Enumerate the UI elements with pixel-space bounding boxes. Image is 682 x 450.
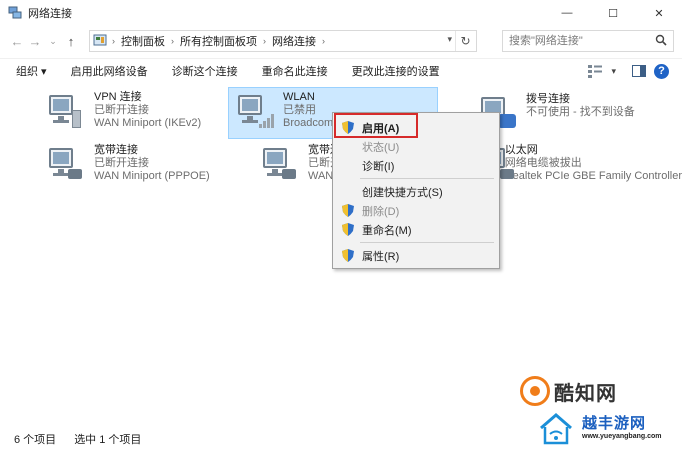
broadband-connection-icon <box>46 145 88 187</box>
rename-button[interactable]: 重命名此连接 <box>254 60 336 82</box>
recent-locations-button[interactable]: ⌄ <box>44 30 62 52</box>
connection-device: Realtek PCIe GBE Family Controller <box>504 170 682 182</box>
menu-item-properties[interactable]: 属性(R) <box>335 246 497 265</box>
uac-shield-icon <box>342 204 354 217</box>
menu-item-create-shortcut[interactable]: 创建快捷方式(S) <box>335 182 497 201</box>
watermark-text: 越丰游网 <box>582 415 647 432</box>
address-dropdown-icon[interactable]: ▾ <box>447 34 452 45</box>
address-row: ← → ⌄ ↑ › 控制面板 › 所有控制面板项 › 网络连接 › ▾ ↻ <box>0 26 682 56</box>
connection-item-ethernet[interactable]: ✕ 以太网 网络电缆被拔出 Realtek PCIe GBE Family Co… <box>472 141 682 193</box>
breadcrumb-separator-icon: › <box>263 36 266 46</box>
maximize-button[interactable]: ☐ <box>590 0 636 26</box>
menu-item-rename[interactable]: 重命名(M) <box>335 220 497 239</box>
connection-status: 已断开连接 <box>94 157 149 169</box>
search-input[interactable] <box>503 31 651 51</box>
broadband-connection-icon <box>260 145 302 187</box>
menu-label: 重命名(M) <box>362 224 412 237</box>
menu-separator <box>360 242 494 243</box>
connection-status: 已断开连接 <box>94 104 149 116</box>
menu-label: 属性(R) <box>362 250 400 263</box>
search-icon[interactable] <box>655 34 667 46</box>
window-title: 网络连接 <box>28 8 72 20</box>
change-settings-button[interactable]: 更改此连接的设置 <box>344 60 448 82</box>
connection-item-broadband[interactable]: 宽带连接 已断开连接 WAN Miniport (PPPOE) <box>40 141 225 193</box>
connection-status: 不可使用 - 找不到设备 <box>526 106 635 118</box>
connection-name: 拨号连接 <box>526 93 570 105</box>
close-button[interactable]: ✕ <box>636 0 682 26</box>
menu-separator <box>360 178 494 179</box>
menu-item-status[interactable]: 状态(U) <box>335 137 497 156</box>
connection-device: WAN Miniport (IKEv2) <box>94 117 202 129</box>
connection-item-dialup[interactable]: 拨号连接 不可使用 - 找不到设备 <box>472 90 682 142</box>
diagnose-button[interactable]: 诊断这个连接 <box>164 60 246 82</box>
network-connections-icon <box>8 6 22 20</box>
selected-count: 选中 1 个项目 <box>74 434 142 446</box>
view-options-icon[interactable] <box>587 64 603 78</box>
breadcrumb-all-items[interactable]: 所有控制面板项 <box>177 33 260 49</box>
watermark-text: 酷知网 <box>554 382 617 405</box>
wlan-connection-icon <box>235 92 277 134</box>
breadcrumb-control-panel[interactable]: 控制面板 <box>118 33 168 49</box>
forward-button[interactable]: → <box>26 30 44 52</box>
help-icon[interactable]: ? <box>654 63 669 79</box>
kuzhi-logo-icon <box>520 376 550 406</box>
breadcrumb-separator-icon: › <box>322 36 325 46</box>
connection-name: WLAN <box>283 91 315 103</box>
connection-name: VPN 连接 <box>94 91 142 103</box>
title-bar: 网络连接 — ☐ ✕ <box>0 0 682 26</box>
connection-name: 宽带连接 <box>94 144 138 156</box>
command-bar: 组织 ▾ 启用此网络设备 诊断这个连接 重命名此连接 更改此连接的设置 ▾ ? <box>0 58 682 82</box>
menu-item-enable[interactable]: 启用(A) <box>335 118 497 137</box>
connection-item-vpn[interactable]: VPN 连接 已断开连接 WAN Miniport (IKEv2) <box>40 88 220 140</box>
view-dropdown-icon[interactable]: ▾ <box>611 66 616 77</box>
watermark-url: www.yueyangbang.com <box>582 433 662 440</box>
breadcrumb-separator-icon: › <box>171 36 174 46</box>
menu-label: 诊断(I) <box>362 160 395 173</box>
control-panel-icon <box>93 33 109 49</box>
menu-label: 状态(U) <box>362 141 400 154</box>
address-bar[interactable]: › 控制面板 › 所有控制面板项 › 网络连接 › ▾ ↻ <box>89 30 477 52</box>
context-menu: 启用(A) 状态(U) 诊断(I) 创建快捷方式(S) 删除(D) 重命名(M)… <box>332 112 500 269</box>
menu-item-delete[interactable]: 删除(D) <box>335 201 497 220</box>
breadcrumb-separator-icon: › <box>112 36 115 46</box>
up-button[interactable]: ↑ <box>62 30 80 52</box>
preview-pane-icon[interactable] <box>632 65 646 77</box>
menu-label: 删除(D) <box>362 205 400 218</box>
organize-menu[interactable]: 组织 ▾ <box>8 60 55 82</box>
house-logo-icon <box>540 413 572 445</box>
back-button[interactable]: ← <box>8 30 26 52</box>
uac-shield-icon <box>342 121 354 134</box>
uac-shield-icon <box>342 249 354 262</box>
connection-status: 网络电缆被拔出 <box>504 157 582 169</box>
vpn-connection-icon <box>46 92 88 134</box>
breadcrumb-network-connections[interactable]: 网络连接 <box>269 33 319 49</box>
enable-device-button[interactable]: 启用此网络设备 <box>63 60 156 82</box>
item-count: 6 个项目 <box>14 434 57 446</box>
menu-item-diagnose[interactable]: 诊断(I) <box>335 156 497 175</box>
connection-name: 以太网 <box>504 144 538 156</box>
watermark-yueyang: 越丰游网 www.yueyangbang.com <box>538 410 682 450</box>
minimize-button[interactable]: — <box>544 0 590 26</box>
refresh-icon[interactable]: ↻ <box>455 31 475 51</box>
menu-label: 创建快捷方式(S) <box>362 186 443 199</box>
uac-shield-icon <box>342 223 354 236</box>
search-box[interactable] <box>502 30 674 52</box>
menu-label: 启用(A) <box>362 122 400 135</box>
connection-device: WAN Miniport (PPPOE) <box>94 170 210 182</box>
watermark-kuzhi: 酷知网 <box>520 374 682 408</box>
